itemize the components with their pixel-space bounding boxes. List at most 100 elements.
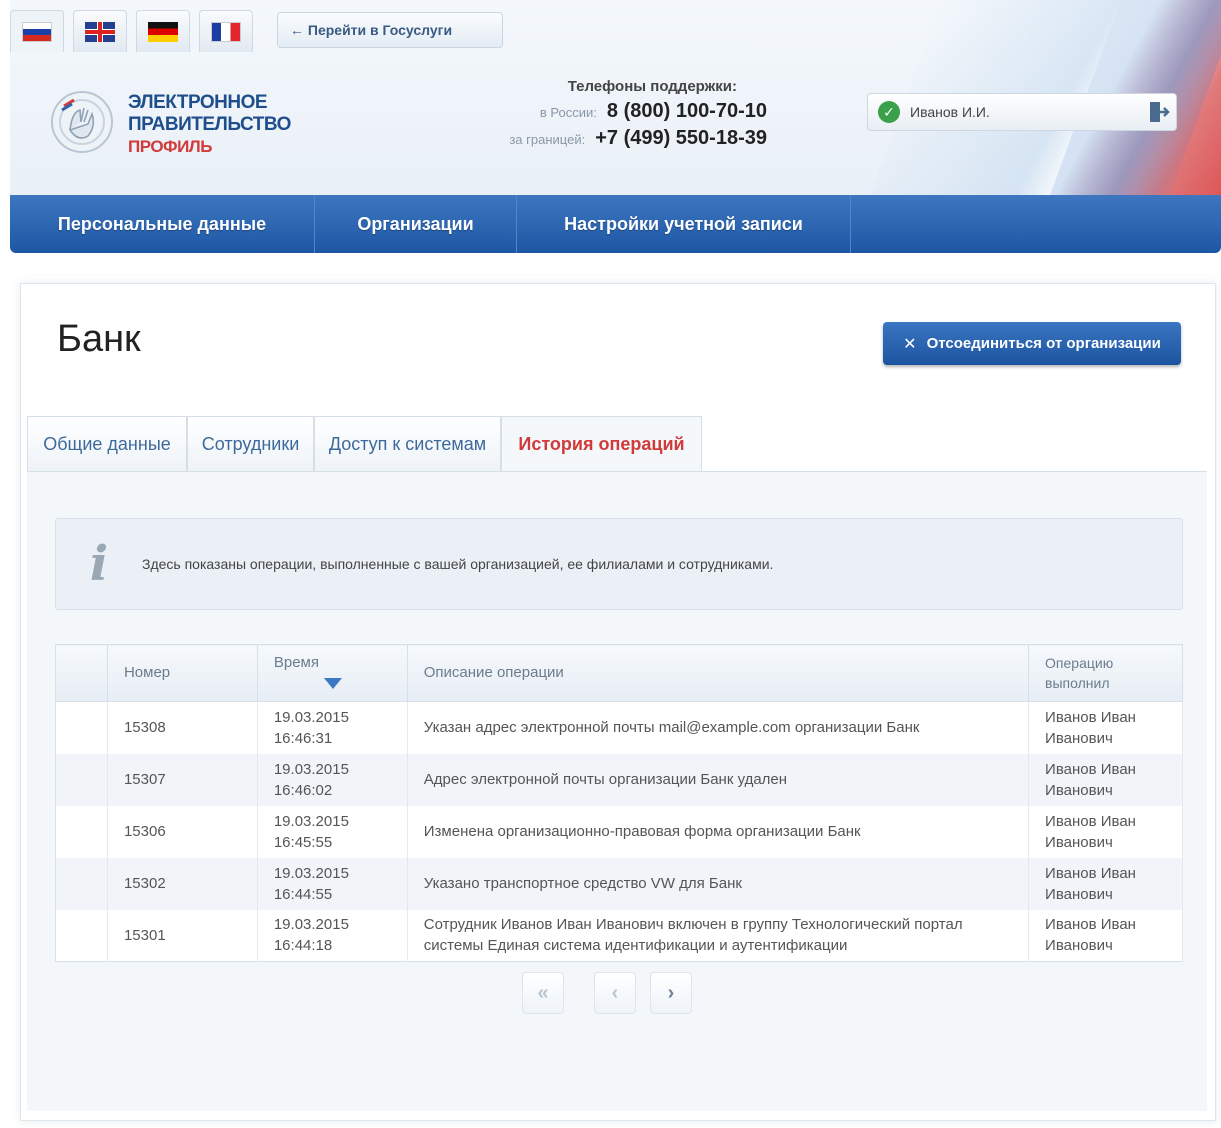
logo-emblem[interactable] xyxy=(50,86,114,158)
performer-line: Иванович xyxy=(1045,729,1113,747)
info-icon: i xyxy=(89,536,109,592)
cell-date-text: 19.03.2015 xyxy=(273,812,349,830)
phone-row-abroad: за границей: +7 (499) 550-18-39 xyxy=(465,127,785,154)
cell-description: Сотрудник Иванов Иван Иванович включен в… xyxy=(407,909,1030,962)
performer-line: Иванов Иван xyxy=(1045,708,1136,726)
cell-date-text: 19.03.2015 xyxy=(273,760,349,778)
tab-operations-history[interactable]: История операций xyxy=(501,416,702,472)
nav-item-label: Настройки учетной записи xyxy=(564,213,803,234)
performer-line: Иванович xyxy=(1045,937,1113,955)
logout-icon[interactable] xyxy=(1142,97,1176,127)
header-number-label: Номер xyxy=(123,664,171,681)
nav-item-organizations[interactable]: Организации xyxy=(315,195,517,253)
de-flag-icon xyxy=(148,21,178,42)
row-select-cell xyxy=(55,701,108,754)
phone-row-russia: в России: 8 (800) 100-70-10 xyxy=(465,100,785,127)
next-page-button[interactable]: › xyxy=(650,972,692,1014)
pagination: « ‹ › xyxy=(522,972,692,1014)
header-select xyxy=(55,644,108,702)
sort-down-icon[interactable] xyxy=(323,677,342,689)
uk-flag-icon xyxy=(85,21,115,42)
table-row[interactable]: 15307 19.03.2015 16:46:02 Адрес электронн… xyxy=(55,753,1183,806)
operations-table: Номер Время Описание операции Операцию в… xyxy=(55,644,1183,962)
cell-description: Изменена организационно-правовая форма о… xyxy=(407,805,1030,858)
support-title: Телефоны поддержки: xyxy=(567,78,737,95)
header-time[interactable]: Время xyxy=(257,644,408,702)
nav-item-account-settings[interactable]: Настройки учетной записи xyxy=(517,195,851,253)
cell-performer: Иванов Иван Иванович xyxy=(1028,857,1183,910)
phone-label-abroad: за границей: xyxy=(509,132,586,147)
tab-general-data[interactable]: Общие данные xyxy=(27,416,187,471)
cell-number: 15301 xyxy=(107,909,258,962)
tab-label: Сотрудники xyxy=(201,433,300,454)
nav-item-personal-data[interactable]: Персональные данные xyxy=(10,195,315,253)
cell-time: 19.03.2015 16:45:55 xyxy=(257,805,408,858)
header-number[interactable]: Номер xyxy=(107,644,258,702)
cell-time: 19.03.2015 16:44:18 xyxy=(257,909,408,962)
cell-time-text: 16:44:18 xyxy=(273,937,333,955)
cell-description: Указано транспортное средство VW для Бан… xyxy=(407,857,1030,910)
tab-system-access[interactable]: Доступ к системам xyxy=(314,416,501,471)
disconnect-button-label: Отсоединиться от организации xyxy=(926,335,1161,352)
chevron-right-icon: › xyxy=(667,981,675,1004)
phone-russia: 8 (800) 100-70-10 xyxy=(606,100,767,122)
performer-line: Иванович xyxy=(1045,885,1113,903)
row-select-cell xyxy=(55,857,108,910)
cell-date-text: 19.03.2015 xyxy=(273,864,349,882)
page-title: Банк xyxy=(57,318,141,360)
tab-employees[interactable]: Сотрудники xyxy=(187,416,314,471)
cell-number: 15307 xyxy=(107,753,258,806)
header: ← Перейти в Госуслуги ЭЛЕКТРОННОЕ ПРАВИТ… xyxy=(10,0,1221,195)
cell-time: 19.03.2015 16:46:31 xyxy=(257,701,408,754)
table-row[interactable]: 15301 19.03.2015 16:44:18 Сотрудник Ивано… xyxy=(55,909,1183,962)
header-performer[interactable]: Операцию выполнил xyxy=(1028,644,1183,702)
row-select-cell xyxy=(55,805,108,858)
cell-performer: Иванов Иван Иванович xyxy=(1028,753,1183,806)
tab-label: Общие данные xyxy=(43,433,171,454)
cell-description: Адрес электронной почты организации Банк… xyxy=(407,753,1030,806)
header-performer-label: Операцию выполнил xyxy=(1045,655,1114,691)
cell-time-text: 16:46:31 xyxy=(273,729,333,747)
main-nav: Персональные данные Организации Настройк… xyxy=(10,195,1221,253)
double-chevron-left-icon: « xyxy=(537,981,549,1004)
performer-line: Иванов Иван xyxy=(1045,916,1136,934)
logo-text[interactable]: ЭЛЕКТРОННОЕ ПРАВИТЕЛЬСТВО ПРОФИЛЬ xyxy=(128,92,291,158)
tab-label: История операций xyxy=(518,434,685,454)
tab-label: Доступ к системам xyxy=(328,433,487,454)
page-frame: ← Перейти в Госуслуги ЭЛЕКТРОННОЕ ПРАВИТ… xyxy=(10,0,1221,1128)
table-row[interactable]: 15306 19.03.2015 16:45:55 Изменена органи… xyxy=(55,805,1183,858)
close-icon: ✕ xyxy=(903,335,917,353)
header-description[interactable]: Описание операции xyxy=(407,644,1030,702)
ru-flag-icon xyxy=(22,21,52,42)
cell-performer: Иванов Иван Иванович xyxy=(1028,909,1183,962)
cell-performer: Иванов Иван Иванович xyxy=(1028,701,1183,754)
table-row[interactable]: 15308 19.03.2015 16:46:31 Указан адрес эл… xyxy=(55,701,1183,754)
phone-label-russia: в России: xyxy=(539,105,597,120)
language-en-button[interactable] xyxy=(73,10,127,52)
performer-line: Иванов Иван xyxy=(1045,864,1136,882)
table-header-row: Номер Время Описание операции Операцию в… xyxy=(55,644,1183,702)
header-description-label: Описание операции xyxy=(423,664,564,681)
row-select-cell xyxy=(55,909,108,962)
check-icon: ✓ xyxy=(878,101,900,123)
gosuslugi-link[interactable]: ← Перейти в Госуслуги xyxy=(277,12,503,48)
logo-line-1: ЭЛЕКТРОННОЕ xyxy=(128,92,268,113)
language-fr-button[interactable] xyxy=(199,10,253,52)
performer-line: Иванович xyxy=(1045,781,1113,799)
performer-line: Иванов Иван xyxy=(1045,812,1136,830)
chevron-left-icon: ‹ xyxy=(611,981,619,1004)
cell-number: 15306 xyxy=(107,805,258,858)
user-name[interactable]: Иванов И.И. xyxy=(910,104,1142,120)
row-select-cell xyxy=(55,753,108,806)
cell-number: 15308 xyxy=(107,701,258,754)
user-box[interactable]: ✓ Иванов И.И. xyxy=(867,93,1177,131)
prev-page-button[interactable]: ‹ xyxy=(594,972,636,1014)
language-ru-button[interactable] xyxy=(10,10,64,52)
table-row[interactable]: 15302 19.03.2015 16:44:55 Указано транспо… xyxy=(55,857,1183,910)
cell-time-text: 16:44:55 xyxy=(273,885,333,903)
gosuslugi-link-label: ← Перейти в Госуслуги xyxy=(290,22,453,38)
first-page-button[interactable]: « xyxy=(522,972,564,1014)
disconnect-organization-button[interactable]: ✕ Отсоединиться от организации xyxy=(883,322,1181,365)
logo-line-3: ПРОФИЛЬ xyxy=(128,137,212,156)
language-de-button[interactable] xyxy=(136,10,190,52)
